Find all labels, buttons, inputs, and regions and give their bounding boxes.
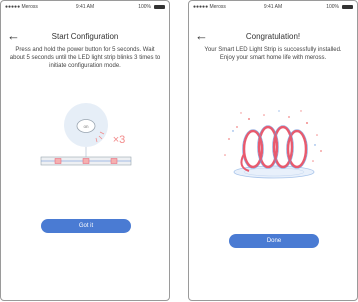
battery-icon bbox=[342, 5, 353, 9]
status-bar: ●●●●● Meross 9:41 AM 100% bbox=[5, 4, 165, 12]
battery-icon bbox=[154, 5, 165, 9]
power-button-illustration: on ×3 bbox=[1, 99, 171, 184]
battery-label: 100% bbox=[138, 4, 151, 10]
page-title: Start Configuration bbox=[51, 32, 119, 41]
carrier-label: ●●●●● Meross bbox=[5, 4, 38, 10]
power-button-label: on bbox=[83, 124, 89, 129]
carrier-label: ●●●●● Meross bbox=[193, 4, 226, 10]
page-title: Congratulation! bbox=[245, 32, 301, 41]
phone-screen-start-configuration: ●●●●● Meross 9:41 AM 100% ← Start Config… bbox=[0, 0, 170, 301]
instructions-text: Your Smart LED Light Strip is successful… bbox=[204, 47, 342, 61]
status-bar: ●●●●● Meross 9:41 AM 100% bbox=[193, 4, 353, 12]
got-it-button[interactable]: Got it bbox=[41, 219, 131, 233]
blink-count-label: ×3 bbox=[113, 134, 126, 146]
instructions-text: Press and hold the power button for 5 se… bbox=[9, 47, 161, 69]
time-label: 9:41 AM bbox=[75, 4, 95, 10]
led-strip-coil-illustration bbox=[189, 109, 358, 189]
battery-label: 100% bbox=[326, 4, 339, 10]
time-label: 9:41 AM bbox=[263, 4, 283, 10]
phone-screen-congratulation: ●●●●● Meross 9:41 AM 100% ← Congratulati… bbox=[188, 0, 358, 301]
done-button[interactable]: Done bbox=[229, 234, 319, 248]
